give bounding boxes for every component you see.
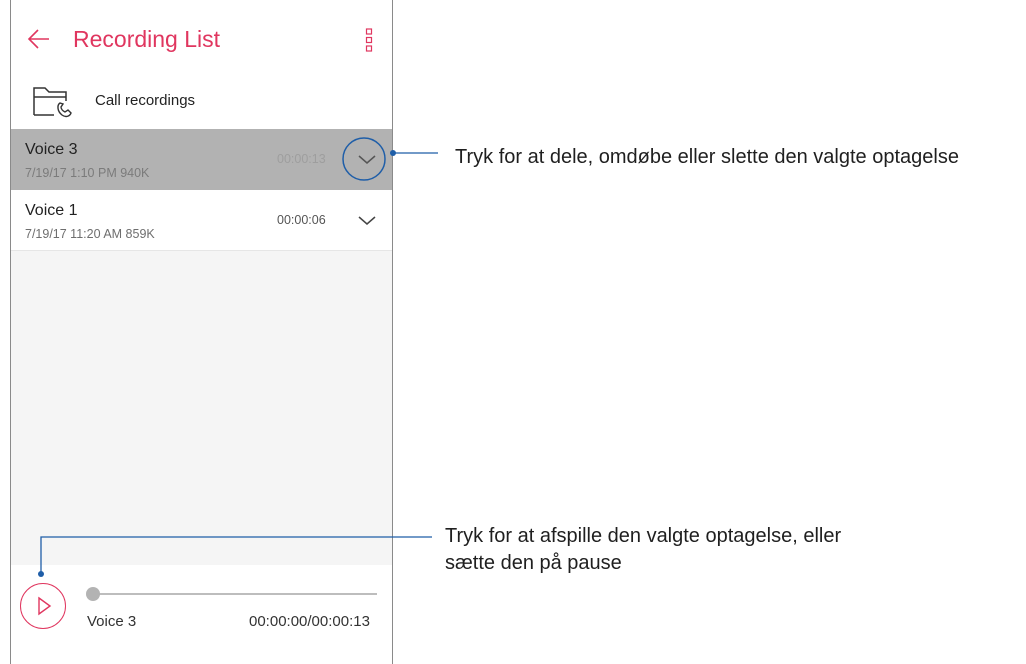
page-title: Recording List [73, 26, 221, 52]
app-bar: Recording List [11, 0, 392, 74]
recording-duration: 00:00:13 [277, 152, 326, 166]
recording-row-voice-1[interactable]: Voice 1 7/19/17 11:20 AM 859K 00:00:06 [11, 190, 392, 251]
recording-name: Voice 3 [25, 141, 78, 158]
recording-row-voice-3[interactable]: Voice 3 7/19/17 1:10 PM 940K 00:00:13 [11, 129, 392, 190]
phone-screen: Recording List Call recordings Voice 3 7… [10, 0, 393, 664]
player-bar: Voice 3 00:00:00/00:00:13 [11, 565, 392, 664]
play-icon [38, 596, 52, 616]
chevron-down-icon[interactable] [356, 151, 378, 167]
play-button[interactable] [20, 583, 66, 629]
call-recordings-label: Call recordings [95, 92, 196, 109]
callout-play-line-2: sætte den på pause [445, 552, 622, 574]
seek-bar[interactable] [93, 593, 377, 595]
recording-meta: 7/19/17 11:20 AM 859K [25, 227, 155, 241]
recording-name: Voice 1 [25, 202, 78, 219]
empty-list-area [11, 251, 392, 565]
recording-duration: 00:00:06 [277, 213, 326, 227]
call-folder-icon [33, 87, 72, 118]
callout-options: Tryk for at dele, omdøbe eller slette de… [455, 146, 959, 168]
arrow-left-icon[interactable] [25, 25, 53, 53]
player-time: 00:00:00/00:00:13 [249, 613, 370, 630]
call-recordings-folder[interactable]: Call recordings [11, 74, 392, 129]
more-vert-icon[interactable] [363, 27, 375, 53]
chevron-down-icon[interactable] [356, 212, 378, 228]
recording-meta: 7/19/17 1:10 PM 940K [25, 166, 150, 180]
callout-play-line-1: Tryk for at afspille den valgte optagels… [445, 525, 842, 547]
player-track-name: Voice 3 [87, 613, 137, 630]
seek-handle[interactable] [86, 587, 100, 601]
